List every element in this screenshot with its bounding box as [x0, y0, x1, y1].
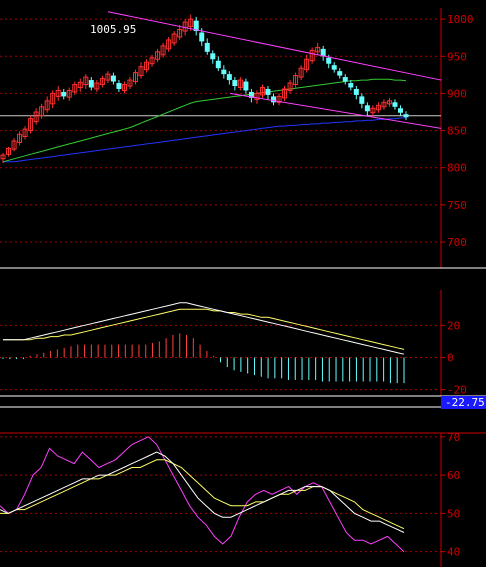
candle-body — [243, 81, 249, 91]
kdj-tick-label: 50 — [447, 507, 460, 520]
candle-body — [61, 91, 67, 97]
price-panel: 700 750 800 850 900 950 1000 — [0, 8, 474, 268]
chart-canvas: 7007508008509009501000 -20020 40506070 1… — [0, 8, 486, 567]
price-tick-label: 850 — [447, 125, 467, 138]
candle-body — [232, 80, 238, 86]
candle-body — [110, 75, 116, 82]
macd-panel: -20 0 20 — [0, 290, 467, 397]
price-tick-label: 800 — [447, 162, 467, 175]
candle-body — [226, 74, 232, 81]
kdj-tick-label: 40 — [447, 546, 460, 559]
peak-price-label: 1005.95 — [90, 23, 136, 36]
kdj-panel: 40506070 — [0, 431, 460, 567]
candle-body — [221, 69, 227, 75]
price-tick-label: 950 — [447, 50, 467, 63]
kdj-tick-label: 60 — [447, 469, 460, 482]
ma-long-line — [3, 117, 406, 163]
candle-body — [348, 83, 354, 88]
price-tick-label: 900 — [447, 87, 467, 100]
macd-value-label: -22.75 — [445, 396, 485, 409]
candle-body — [397, 108, 403, 113]
stock-chart: 700 750 800 850 900 950 1000 -20 0 20 40 50 60 70 1… — [0, 0, 486, 567]
macd-dif-line — [3, 302, 405, 355]
candle-body — [331, 65, 337, 70]
price-tick-label: 750 — [447, 199, 467, 212]
candle-body — [116, 83, 122, 89]
trend-line-lower — [229, 92, 442, 129]
candle-body — [337, 71, 343, 76]
candle-body — [210, 53, 216, 60]
candle-body — [204, 42, 210, 52]
candle-body — [326, 57, 332, 64]
macd-tick-label: -20 — [447, 384, 467, 397]
macd-tick-label: 0 — [447, 351, 454, 364]
candle-body — [215, 60, 221, 69]
macd-dea-line — [3, 308, 405, 350]
candle-body — [392, 102, 398, 107]
candle-body — [271, 96, 277, 103]
candle-body — [199, 32, 205, 42]
candle-body — [353, 88, 359, 95]
kdj-j-line — [0, 436, 405, 553]
candle-body — [342, 77, 348, 82]
candle-body — [88, 80, 94, 88]
candle-body — [364, 105, 370, 112]
candle-body — [265, 88, 271, 95]
price-tick-label: 1000 — [447, 13, 474, 26]
price-tick-label: 700 — [447, 236, 467, 249]
kdj-d-line — [0, 459, 405, 530]
candle-body — [359, 96, 365, 104]
trend-line-upper — [107, 11, 442, 81]
candle-body — [403, 114, 409, 118]
macd-tick-label: 20 — [447, 319, 460, 332]
